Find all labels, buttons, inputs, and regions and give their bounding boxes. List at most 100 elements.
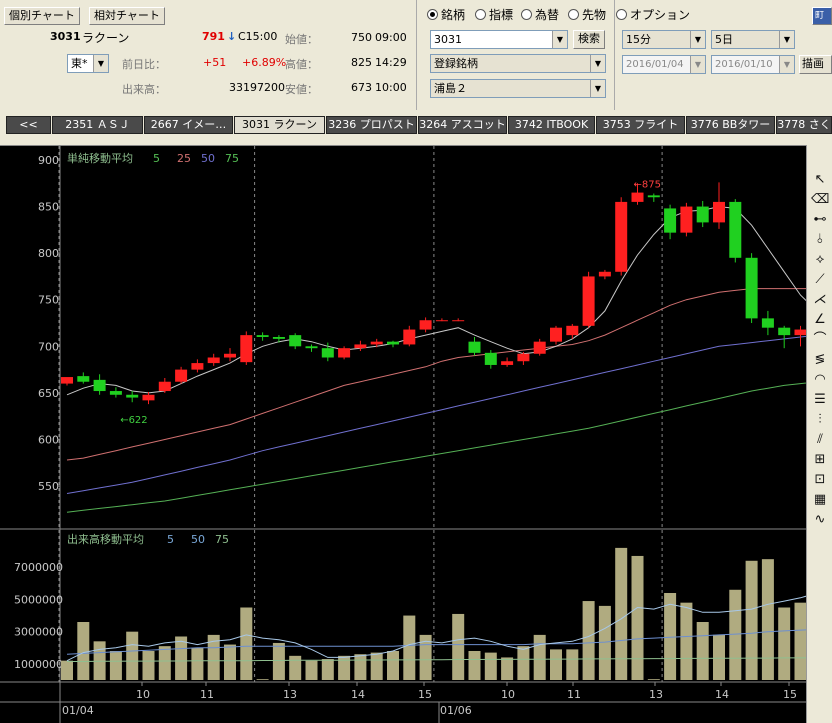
volume-bar bbox=[61, 660, 73, 680]
interval-select[interactable]: 15分 ▼ bbox=[622, 30, 706, 49]
hline-icon[interactable]: ⊷ bbox=[811, 210, 829, 230]
volume-bar bbox=[224, 644, 236, 680]
fib-arc-icon[interactable]: ◠ bbox=[811, 370, 829, 390]
date-to-value: 2016/01/10 bbox=[715, 59, 773, 70]
volume-bar bbox=[354, 654, 367, 680]
open-time: 09:00 bbox=[375, 31, 407, 44]
stock-tab[interactable]: 3236 プロパスト bbox=[326, 116, 417, 134]
radio-label: 先物 bbox=[582, 8, 607, 22]
ma50-line bbox=[66, 332, 832, 494]
radio-4[interactable]: 先物 bbox=[568, 6, 606, 23]
open-label: 始値： bbox=[285, 33, 318, 46]
volume-bar bbox=[615, 547, 628, 680]
volume-bar bbox=[158, 646, 171, 680]
candle-body bbox=[761, 318, 774, 328]
candle-body bbox=[680, 206, 693, 233]
x-tick-label: 15 bbox=[783, 688, 797, 701]
candle-body bbox=[321, 348, 334, 358]
span-select[interactable]: 5日 ▼ bbox=[711, 30, 795, 49]
drawing-toolbar: ↖ ⌫ ⊷ ⫰ ⟡ ⟋ ⋌ ∠ ⌒ ≶ ◠ ☰ ⫶ ⫽ ⊞ ⊡ ▦ ∿ bbox=[806, 145, 832, 723]
date-to-input[interactable]: 2016/01/10 ▼ bbox=[711, 55, 795, 74]
watchlist-select[interactable]: 浦島２ ▼ bbox=[430, 79, 606, 98]
gann-icon[interactable]: ⊞ bbox=[811, 450, 829, 470]
draw-button[interactable]: 描画 bbox=[799, 55, 832, 74]
radio-dot-icon bbox=[568, 9, 579, 20]
radio-5[interactable]: オプション bbox=[616, 6, 690, 23]
radio-label: 為替 bbox=[535, 8, 560, 22]
fan-icon[interactable]: ⋌ bbox=[811, 290, 829, 310]
angle-icon[interactable]: ∠ bbox=[811, 310, 829, 330]
stock-code: 3031 bbox=[50, 30, 81, 43]
candle-body bbox=[419, 320, 432, 330]
stock-tab[interactable]: 3753 フライト bbox=[596, 116, 685, 134]
arc-icon[interactable]: ⌒ bbox=[811, 330, 829, 350]
vline-icon[interactable]: ⫰ bbox=[811, 230, 829, 250]
radio-dot-icon bbox=[427, 9, 438, 20]
ma-period-label: 50 bbox=[201, 152, 215, 165]
header-divider bbox=[416, 0, 417, 110]
individual-chart-button[interactable]: 個別チャート bbox=[4, 7, 80, 25]
trendline-icon[interactable]: ⟋ bbox=[811, 270, 829, 290]
open-value: 750 bbox=[351, 31, 372, 44]
code-input[interactable]: 3031 ▼ bbox=[430, 30, 568, 49]
grid-icon[interactable]: ▦ bbox=[811, 490, 829, 510]
fib-fan-icon[interactable]: ≶ bbox=[811, 350, 829, 370]
cycle-icon[interactable]: ⊡ bbox=[811, 470, 829, 490]
volume-ma-period-label: 5 bbox=[167, 533, 174, 546]
radio-2[interactable]: 指標 bbox=[475, 6, 513, 23]
fib-time-icon[interactable]: ⫶ bbox=[811, 410, 829, 430]
corner-button[interactable]: 町 bbox=[812, 7, 832, 25]
relative-chart-button[interactable]: 相対チャート bbox=[89, 7, 165, 25]
candle-body bbox=[403, 329, 416, 345]
stock-tab[interactable]: 3742 ITBOOK bbox=[508, 116, 595, 134]
volume-bar bbox=[468, 651, 481, 680]
price-pane-title: 単純移動平均 bbox=[67, 151, 133, 165]
stock-tab[interactable]: 2667 イメー… bbox=[144, 116, 233, 134]
candle-body bbox=[272, 337, 285, 339]
candle-body bbox=[142, 394, 155, 401]
stock-name: ラクーン bbox=[82, 31, 130, 45]
volume-bar bbox=[778, 607, 791, 680]
volume-bar bbox=[484, 652, 497, 680]
volume-bar bbox=[175, 636, 188, 680]
search-button[interactable]: 検索 bbox=[573, 30, 605, 49]
x-tick-label: 13 bbox=[283, 688, 297, 701]
chart-area[interactable]: 900 850 800 750 700 650 600 550 10 11 13 14 15 10 11 13… bbox=[0, 145, 832, 723]
parallel-icon[interactable]: ⫽ bbox=[811, 430, 829, 450]
min-price-label: ←622 bbox=[120, 415, 147, 426]
stock-tab[interactable]: << bbox=[6, 116, 51, 134]
chevron-down-icon: ▼ bbox=[590, 55, 605, 72]
candle-body bbox=[224, 353, 236, 358]
stock-tab[interactable]: 3031 ラクーン bbox=[234, 116, 325, 134]
stock-tab[interactable]: 3778 さく bbox=[776, 116, 832, 134]
volume-bar bbox=[566, 649, 579, 680]
volume-bar bbox=[533, 634, 546, 680]
eraser-icon[interactable]: ⌫ bbox=[811, 190, 829, 210]
candle-body bbox=[533, 341, 546, 354]
volume-tick-label: 3000000 bbox=[14, 626, 63, 639]
radio-1[interactable]: 銘柄 bbox=[427, 6, 465, 23]
volume-pane-title: 出来高移動平均 bbox=[67, 532, 144, 546]
wave-icon[interactable]: ∿ bbox=[811, 510, 829, 530]
price-tick-label: 650 bbox=[38, 387, 59, 400]
candle-body bbox=[387, 341, 399, 345]
registered-list-select[interactable]: 登録銘柄 ▼ bbox=[430, 54, 606, 73]
fib-retrace-icon[interactable]: ☰ bbox=[811, 390, 829, 410]
move-icon[interactable]: ⟡ bbox=[811, 250, 829, 270]
volume-bar bbox=[305, 660, 318, 680]
cursor-icon[interactable]: ↖ bbox=[811, 170, 829, 190]
volume-bar bbox=[77, 622, 90, 680]
candle-body bbox=[598, 271, 611, 277]
volume-bar bbox=[109, 651, 122, 680]
volume-bar bbox=[452, 613, 465, 680]
market-select[interactable]: 東* ▼ bbox=[67, 54, 109, 73]
x-tick-label: 11 bbox=[567, 688, 581, 701]
volume-bar bbox=[240, 607, 253, 680]
radio-3[interactable]: 為替 bbox=[521, 6, 559, 23]
stock-tab[interactable]: 3264 アスコット bbox=[418, 116, 507, 134]
stock-tab[interactable]: 2351 ＡＳＪ bbox=[52, 116, 143, 134]
date-from-input[interactable]: 2016/01/04 ▼ bbox=[622, 55, 706, 74]
chart-svg[interactable]: 90085080075070065060055010 11 13 14 15 10 11 13… bbox=[0, 146, 832, 723]
stock-tab[interactable]: 3776 BBタワー bbox=[686, 116, 775, 134]
date-label: 01/06 bbox=[440, 704, 472, 717]
